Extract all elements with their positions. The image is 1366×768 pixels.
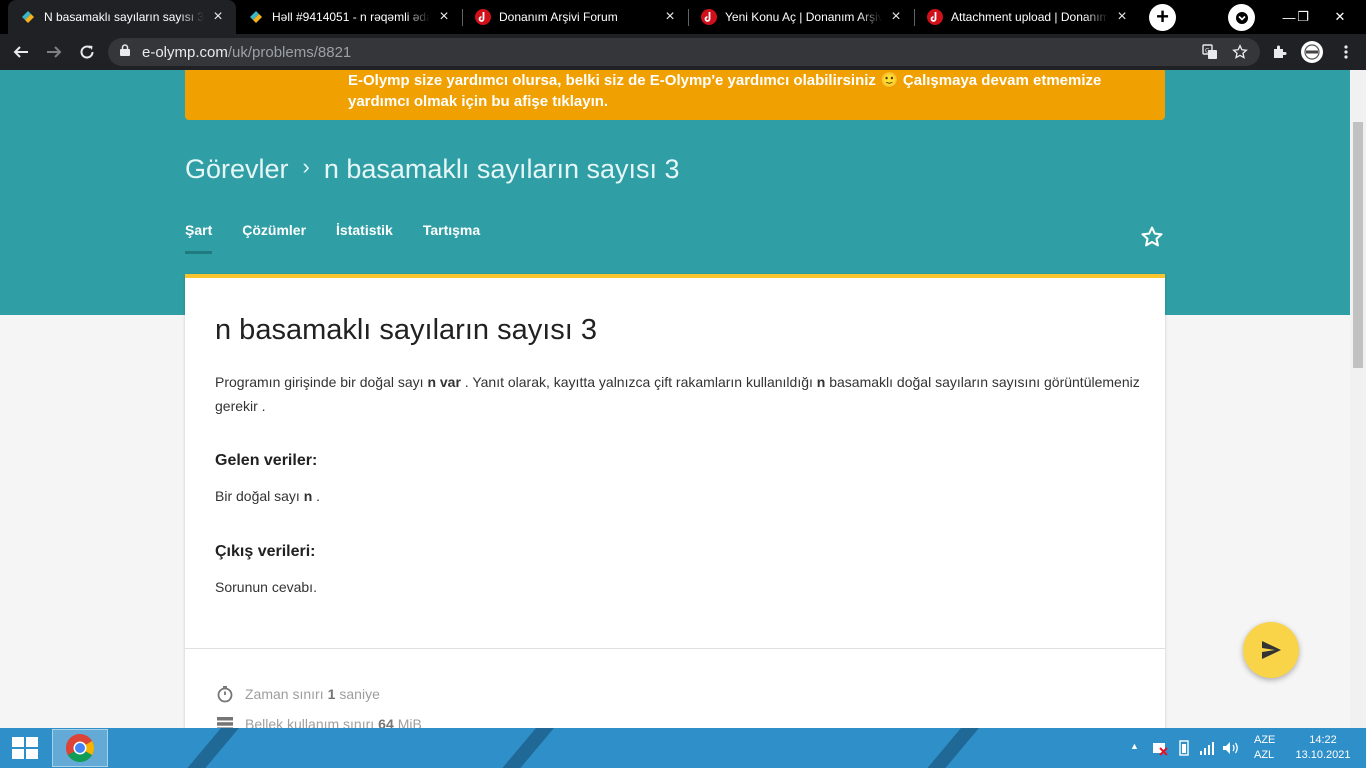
extensions-icon[interactable] (1268, 40, 1292, 64)
language-top: AZE (1254, 734, 1276, 746)
close-tab-icon[interactable]: × (888, 9, 904, 25)
clock-date: 13.10.2021 (1295, 749, 1351, 761)
problem-statement: Programın girişinde bir doğal sayı n var… (215, 370, 1145, 418)
browser-tab-active[interactable]: N basamaklı sayıların sayısı 3 - × (8, 0, 236, 34)
input-text: . (312, 488, 321, 504)
problem-tabs: Şart Çözümler İstatistik Tartışma (185, 218, 510, 254)
browser-tab-strip: N basamaklı sayıların sayısı 3 - × Həll … (0, 0, 1366, 34)
donanim-icon (701, 9, 717, 25)
browser-tab[interactable]: Donanım Arşivi Forum × (463, 0, 688, 34)
page-viewport: E-Olymp size yardımcı olursa, belki siz … (0, 70, 1350, 728)
memory-limit-label: Bellek kullanım sınırı (245, 716, 375, 728)
taskbar-decoration (485, 728, 563, 768)
output-heading: Çıkış verileri: (215, 543, 316, 560)
breadcrumb: Görevler › n basamaklı sayıların sayısı … (185, 152, 680, 186)
problem-card: n basamaklı sayıların sayısı 3 Programın… (185, 274, 1165, 728)
close-tab-icon[interactable]: × (210, 9, 226, 25)
windows-start-icon[interactable] (12, 737, 38, 759)
clock-time: 14:22 (1309, 734, 1337, 746)
url-text: e-olymp.com/uk/problems/8821 (142, 44, 351, 61)
reload-icon[interactable] (75, 40, 99, 64)
tab-title: Donanım Arşivi Forum (499, 10, 618, 24)
volume-icon[interactable] (1222, 740, 1240, 759)
statement-text: Programın girişinde bir doğal sayı (215, 374, 428, 390)
eolymp-icon (248, 9, 264, 25)
taskbar-decoration (170, 728, 248, 768)
tab-title: N basamaklı sayıların sayısı 3 - (44, 10, 204, 24)
output-description: Sorunun cevabı. (215, 579, 317, 595)
tab-title: Attachment upload | Donanım (951, 10, 1108, 24)
translate-icon[interactable]: G (1198, 40, 1222, 64)
donanim-icon (927, 9, 943, 25)
taskbar-decoration (910, 728, 988, 768)
input-bold: n (303, 488, 313, 504)
windows-taskbar: ▲ AZE AZL 14:22 13.10.2021 (0, 728, 1366, 768)
browser-tab[interactable]: Attachment upload | Donanım × (915, 0, 1140, 34)
lock-icon[interactable] (120, 43, 132, 61)
forward-icon[interactable] (42, 40, 66, 64)
new-tab-button[interactable]: + (1149, 4, 1176, 31)
tab-solutions[interactable]: Çözümler (242, 218, 306, 254)
submit-solution-button[interactable] (1243, 622, 1299, 678)
url-domain: e-olymp.com (142, 43, 228, 61)
scrollbar-thumb[interactable] (1353, 122, 1363, 368)
donation-banner[interactable]: E-Olymp size yardımcı olursa, belki siz … (185, 70, 1165, 120)
bookmark-star-icon[interactable] (1228, 40, 1252, 64)
input-description: Bir doğal sayı n . (215, 484, 1145, 508)
tab-title: Yeni Konu Aç | Donanım Arşivi (725, 10, 882, 24)
eolymp-icon (20, 9, 36, 25)
memory-limit-value: 64 (378, 716, 394, 728)
language-indicator[interactable]: AZE AZL (1254, 734, 1275, 761)
memory-icon (215, 714, 235, 728)
time-limit: Zaman sınırı 1 saniye (215, 684, 380, 704)
tab-discussion[interactable]: Tartışma (423, 218, 480, 254)
address-bar[interactable]: e-olymp.com/uk/problems/8821 (108, 38, 1260, 66)
breadcrumb-root-link[interactable]: Görevler (185, 154, 289, 185)
network-icon[interactable] (1199, 740, 1215, 759)
chrome-taskbar-button[interactable] (52, 729, 108, 767)
problem-title: n basamaklı sayıların sayısı 3 (215, 314, 597, 346)
language-bottom: AZL (1254, 749, 1275, 761)
time-limit-value: 1 (327, 686, 336, 702)
send-icon (1262, 641, 1281, 659)
donanim-icon (475, 9, 491, 25)
battery-icon[interactable] (1176, 740, 1192, 759)
close-tab-icon[interactable]: × (1114, 9, 1130, 25)
memory-limit: Bellek kullanım sınırı 64 MiB (215, 714, 422, 728)
clock[interactable]: 14:22 13.10.2021 (1292, 734, 1354, 761)
input-text: Bir doğal sayı (215, 488, 304, 504)
more-menu-icon[interactable] (1334, 40, 1358, 64)
url-path: /uk/problems/8821 (227, 43, 352, 61)
browser-tab[interactable]: Yeni Konu Aç | Donanım Arşivi × (689, 0, 914, 34)
svg-text:G: G (1205, 48, 1210, 55)
time-limit-unit: saniye (339, 686, 380, 702)
favorite-star-icon[interactable] (1140, 225, 1166, 251)
tab-statement[interactable]: Şart (185, 218, 213, 254)
timer-icon (215, 684, 235, 704)
card-divider (185, 648, 1165, 649)
restore-icon[interactable]: ❐ (1288, 0, 1318, 34)
close-window-icon[interactable]: ✕ (1320, 0, 1360, 34)
tab-title: Həll #9414051 - n rəqəmli əda (272, 10, 430, 24)
time-limit-label: Zaman sınırı (245, 686, 324, 702)
statement-text: . Yanıt olarak, kayıtta yalnızca çift ra… (460, 374, 817, 390)
tab-statistics[interactable]: İstatistik (336, 218, 393, 254)
breadcrumb-current: n basamaklı sayıların sayısı 3 (323, 153, 680, 184)
show-hidden-icons[interactable]: ▲ (1130, 741, 1139, 751)
security-icon[interactable] (1152, 740, 1168, 759)
back-icon[interactable] (9, 40, 33, 64)
input-heading: Gelen veriler: (215, 452, 318, 469)
close-tab-icon[interactable]: × (436, 9, 452, 25)
chrome-icon (66, 734, 94, 762)
browser-toolbar: e-olymp.com/uk/problems/8821 G (0, 34, 1366, 70)
page-scrollbar[interactable] (1350, 70, 1366, 728)
banner-text: E-Olymp size yardımcı olursa, belki siz … (348, 72, 1102, 110)
statement-bold: n var (427, 374, 461, 390)
tab-search-icon[interactable] (1228, 4, 1255, 31)
browser-tab[interactable]: Həll #9414051 - n rəqəmli əda × (236, 0, 462, 34)
profile-avatar[interactable] (1300, 40, 1324, 64)
memory-limit-unit: MiB (397, 716, 422, 728)
close-tab-icon[interactable]: × (662, 9, 678, 25)
chevron-right-icon: › (302, 154, 310, 179)
